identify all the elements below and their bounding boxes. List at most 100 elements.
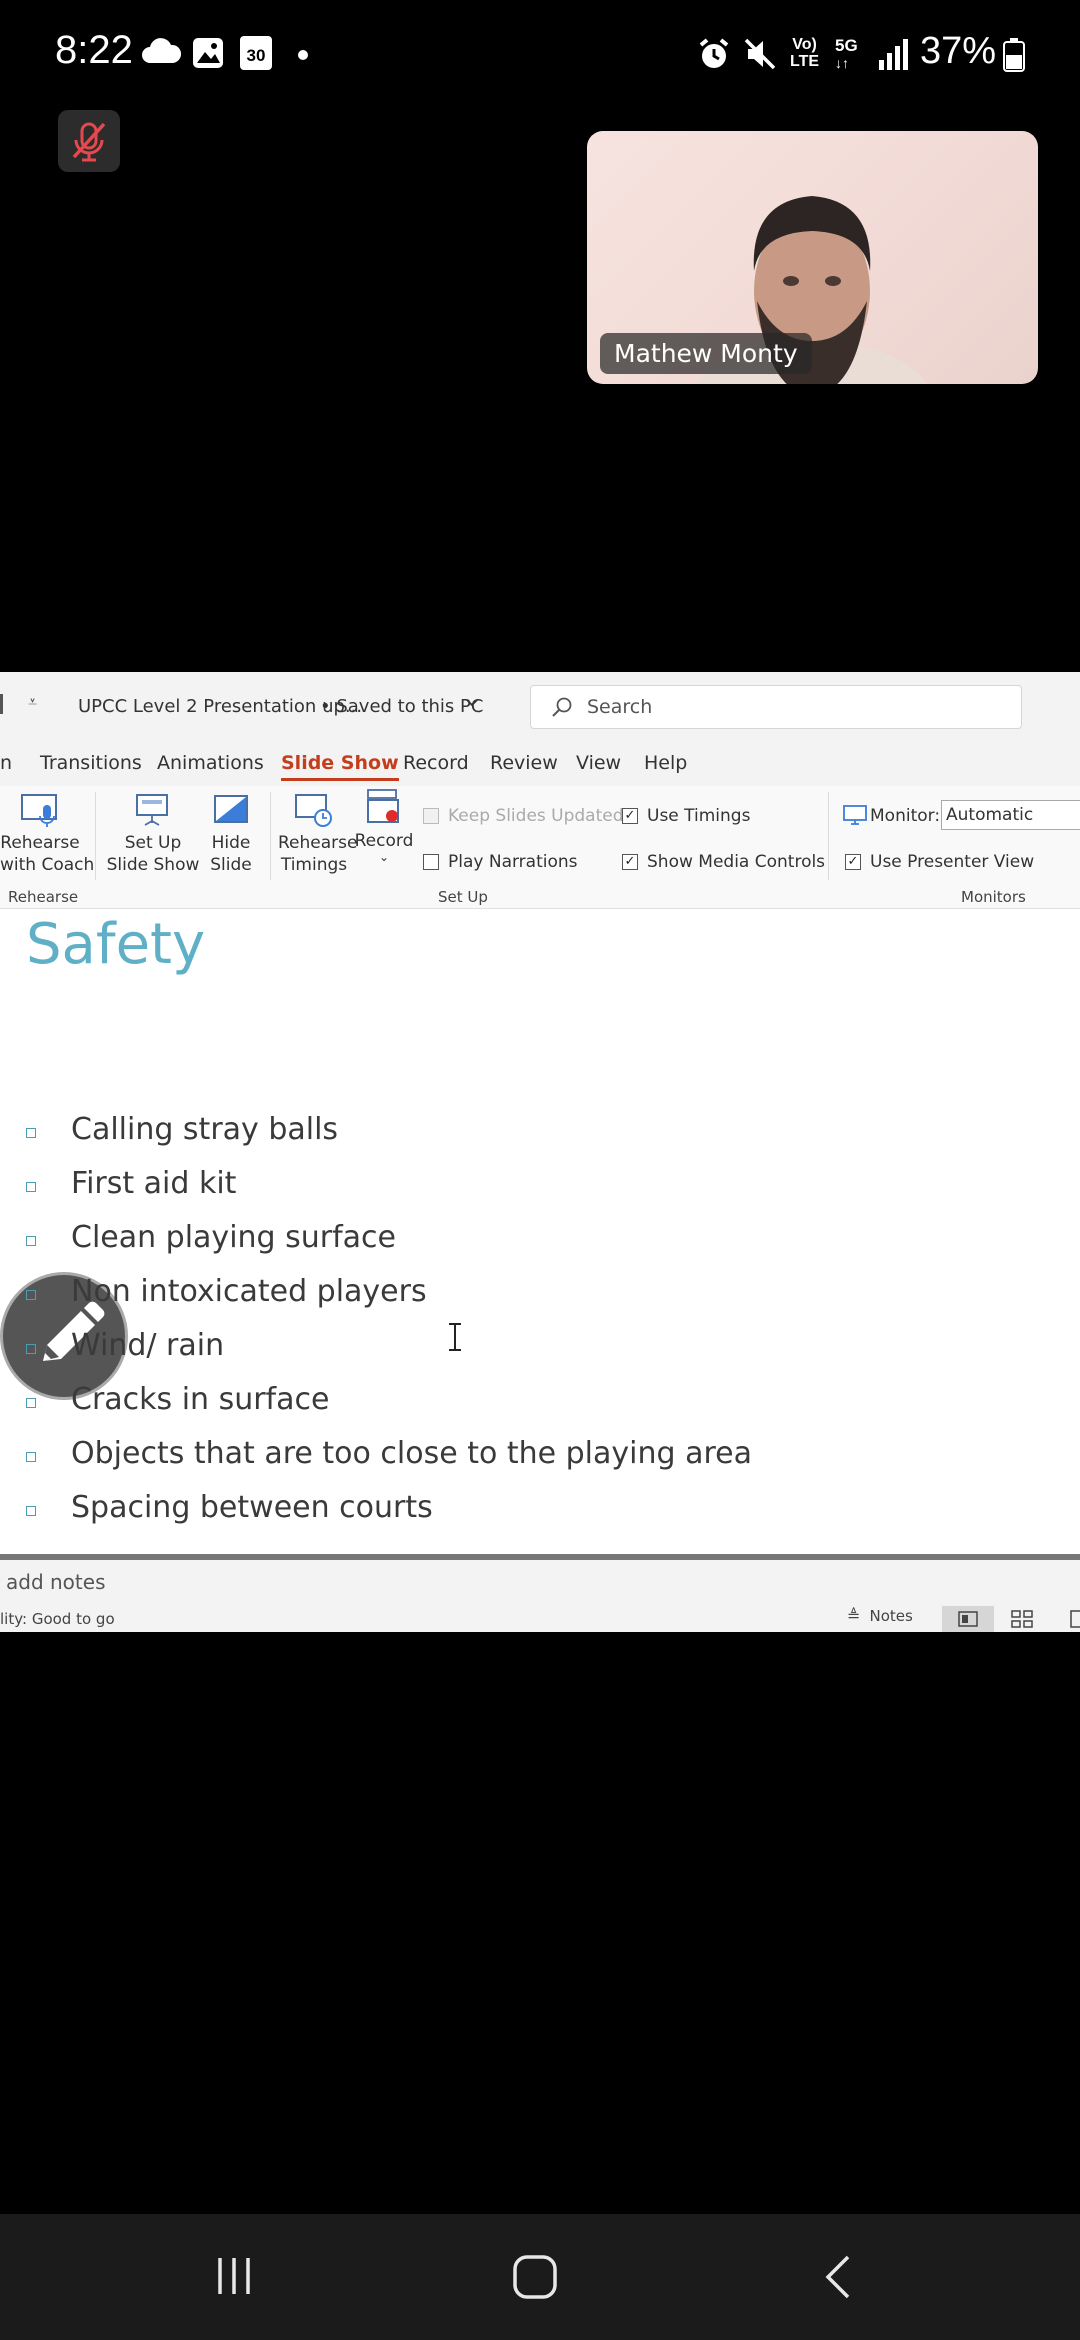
rehearse-coach-label-2: with Coach — [0, 855, 95, 875]
use-presenter-view-checkbox[interactable]: ✓ — [845, 854, 861, 870]
five-g-indicator: 5G ↓↑ — [835, 36, 858, 70]
record-dropdown-icon[interactable]: ⌄ — [354, 851, 414, 863]
ppt-title-bar: ⩡ UPCC Level 2 Presentation up... • Save… — [0, 672, 1080, 740]
calendar-icon: 30 — [240, 36, 272, 70]
bullet-marker — [26, 1236, 36, 1246]
mute-mic-button[interactable] — [58, 110, 120, 172]
participant-video-tile[interactable]: Mathew Monty — [587, 131, 1038, 384]
use-timings-label: Use Timings — [647, 806, 751, 826]
home-icon — [513, 2255, 557, 2299]
list-item: Objects that are too close to the playin… — [71, 1436, 752, 1471]
hide-label-1: Hide — [211, 833, 251, 853]
hide-slide-icon — [214, 795, 248, 823]
recent-apps-button[interactable] — [212, 2254, 256, 2302]
timings-label-1: Rehearse — [278, 833, 358, 853]
tab-slide-show[interactable]: Slide Show — [281, 752, 399, 781]
hide-slide-button[interactable]: Hide Slide — [204, 792, 258, 876]
ribbon-slide-show: Rehearse with Coach Rehearse Set Up Slid… — [0, 786, 1080, 909]
monitor-label: Monitor: — [870, 806, 941, 826]
presenter-coach-icon — [21, 794, 57, 827]
tab-transitions[interactable]: Transitions — [40, 752, 142, 774]
hide-label-2: Slide — [210, 855, 252, 875]
ribbon-tabs: n Transitions Animations Slide Show Reco… — [0, 740, 1080, 786]
list-item: Calling stray balls — [71, 1112, 339, 1147]
slide-sorter-icon — [1011, 1610, 1033, 1628]
normal-view-button[interactable] — [942, 1606, 994, 1632]
qat-edge-icon — [0, 694, 3, 714]
rehearse-timings-button[interactable]: Rehearse Timings — [278, 792, 358, 876]
tab-help[interactable]: Help — [644, 752, 687, 774]
reading-view-icon — [1070, 1610, 1080, 1628]
monitor-select-value: Automatic — [946, 805, 1034, 825]
search-placeholder: Search — [587, 696, 653, 718]
shared-screen-powerpoint[interactable]: ⩡ UPCC Level 2 Presentation up... • Save… — [0, 672, 1080, 1632]
calendar-day: 30 — [246, 46, 266, 65]
bullet-marker — [26, 1344, 36, 1354]
chevron-down-icon[interactable] — [464, 694, 480, 714]
volte-top: Vo) — [792, 36, 817, 53]
battery-icon — [1003, 38, 1025, 76]
play-narrations-checkbox[interactable] — [423, 854, 439, 870]
list-item: Clean playing surface — [71, 1220, 396, 1255]
ribbon-separator — [270, 792, 271, 880]
five-g-text: 5G — [835, 36, 858, 55]
setup-label-2: Slide Show — [106, 855, 200, 875]
slide-sorter-button[interactable] — [1010, 1610, 1034, 1632]
keep-slides-updated-checkbox[interactable] — [423, 808, 439, 824]
tab-design-partial[interactable]: n — [0, 752, 12, 774]
list-item: Non intoxicated players — [71, 1274, 427, 1309]
list-item: Cracks in surface — [71, 1382, 330, 1417]
android-nav-bar — [0, 2214, 1080, 2340]
set-up-slide-show-button[interactable]: Set Up Slide Show — [106, 792, 200, 876]
record-label: Record — [354, 831, 414, 851]
mic-off-icon — [72, 122, 106, 162]
notes-button-label: Notes — [869, 1607, 913, 1625]
home-button[interactable] — [512, 2254, 558, 2304]
tab-record[interactable]: Record — [403, 752, 469, 774]
use-presenter-view-label: Use Presenter View — [870, 852, 1035, 872]
notes-pane[interactable]: add notes — [0, 1560, 1080, 1605]
setup-slideshow-icon — [136, 794, 168, 826]
data-arrows-icon: ↓↑ — [835, 55, 849, 71]
alarm-icon — [696, 36, 732, 76]
customize-qat-icon[interactable]: ⩡ — [28, 692, 37, 712]
save-status[interactable]: • Saved to this PC — [320, 696, 483, 717]
mute-icon — [742, 36, 778, 76]
back-icon — [825, 2255, 850, 2299]
status-time: 8:22 — [55, 28, 133, 72]
reading-view-button[interactable] — [1070, 1610, 1080, 1632]
record-icon — [367, 789, 399, 823]
battery-percent: 37% — [920, 30, 997, 72]
bullet-marker — [26, 1398, 36, 1408]
list-item: Spacing between courts — [71, 1490, 433, 1525]
play-narrations-label: Play Narrations — [448, 852, 578, 872]
signal-icon — [878, 38, 908, 74]
slide-title: Safety — [26, 912, 206, 977]
list-item: Wind/ rain — [71, 1328, 225, 1363]
tab-view[interactable]: View — [576, 752, 621, 774]
rehearse-with-coach-button[interactable]: Rehearse with Coach — [0, 792, 95, 876]
notification-dot-icon — [298, 50, 308, 60]
record-button[interactable]: Record ⌄ — [354, 788, 414, 863]
setup-label-1: Set Up — [124, 833, 182, 853]
tab-review[interactable]: Review — [490, 752, 558, 774]
ppt-status-bar: lity: Good to go ≜ Notes — [0, 1604, 1080, 1632]
bullet-marker — [26, 1128, 36, 1138]
ribbon-separator — [828, 792, 829, 880]
accessibility-status[interactable]: lity: Good to go — [0, 1610, 115, 1628]
show-media-controls-checkbox[interactable]: ✓ — [622, 854, 638, 870]
back-button[interactable] — [822, 2254, 854, 2304]
cloud-icon — [140, 36, 182, 70]
tab-animations[interactable]: Animations — [157, 752, 264, 774]
use-timings-checkbox[interactable]: ✓ — [622, 808, 638, 824]
bullet-marker — [26, 1290, 36, 1300]
search-icon — [551, 696, 573, 722]
monitor-select[interactable]: Automatic — [941, 800, 1080, 830]
notes-toggle-button[interactable]: ≜ Notes — [847, 1606, 913, 1632]
participant-name-label: Mathew Monty — [600, 333, 812, 374]
keep-slides-updated-label: Keep Slides Updated — [448, 806, 624, 826]
search-box[interactable]: Search — [530, 685, 1022, 729]
monitor-icon — [843, 804, 867, 830]
timings-label-2: Timings — [280, 855, 348, 875]
volte-bottom: LTE — [790, 53, 820, 70]
